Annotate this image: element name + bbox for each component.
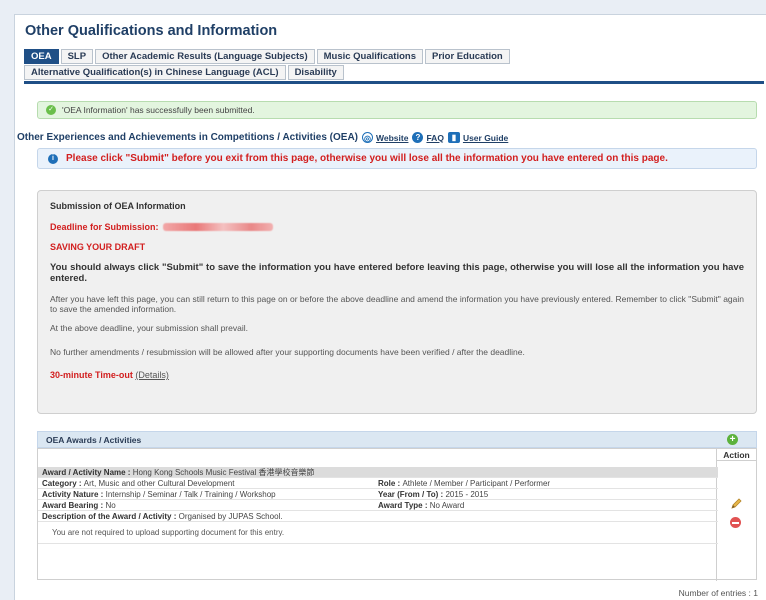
action-column-header: Action <box>716 449 756 461</box>
success-message: 'OEA Information' has successfully been … <box>62 105 255 115</box>
description-value: Organised by JUPAS School. <box>178 512 283 521</box>
oea-section-header: Other Experiences and Achievements in Co… <box>17 132 508 143</box>
faq-link[interactable]: FAQ <box>426 133 443 143</box>
entry-nature-row: Activity Nature : Internship / Seminar /… <box>38 489 718 500</box>
book-icon[interactable]: ▮ <box>447 132 460 143</box>
user-guide-link[interactable]: User Guide <box>463 133 508 143</box>
tab-music-qualifications[interactable]: Music Qualifications <box>316 49 423 64</box>
deadline-label: Deadline for Submission: <box>50 222 159 232</box>
entry-category-row: Category : Art, Music and other Cultural… <box>38 478 718 489</box>
save-warning-text: You should always click "Submit" to save… <box>50 262 744 284</box>
tab-oea[interactable]: OEA <box>24 49 59 64</box>
amend-info-text: After you have left this page, you can s… <box>50 294 744 314</box>
tab-prior-education[interactable]: Prior Education <box>425 49 510 64</box>
entry-count: Number of entries : 1 <box>678 588 758 598</box>
entry-name-row: Award / Activity Name : Hong Kong School… <box>38 467 718 478</box>
tab-alternative-qualifications[interactable]: Alternative Qualification(s) in Chinese … <box>24 65 286 80</box>
globe-icon[interactable]: ◎ <box>362 132 374 143</box>
tab-underline <box>24 81 764 84</box>
upload-note: You are not required to upload supportin… <box>38 522 718 544</box>
bearing-value: No <box>105 501 116 510</box>
no-amend-text: No further amendments / resubmission wil… <box>50 347 525 357</box>
oea-heading: Other Experiences and Achievements in Co… <box>17 132 359 143</box>
panel-title: Submission of OEA Information <box>50 201 186 211</box>
role-value: Athlete / Member / Participant / Perform… <box>402 479 551 488</box>
details-link[interactable]: (Details) <box>135 370 169 380</box>
deadline-row: Deadline for Submission: <box>50 222 273 232</box>
entry-bearing-row: Award Bearing : No Award Type : No Award <box>38 500 718 511</box>
submit-notice: i Please click "Submit" before you exit … <box>37 148 757 169</box>
awards-table: Action Award / Activity Name : Hong Kong… <box>37 448 757 581</box>
add-icon[interactable]: + <box>727 434 738 445</box>
check-circle-icon: ✓ <box>46 105 56 115</box>
pencil-icon[interactable] <box>730 497 743 510</box>
category-value: Art, Music and other Cultural Developmen… <box>83 479 235 488</box>
tab-other-academic-results[interactable]: Other Academic Results (Language Subject… <box>95 49 315 64</box>
draft-heading: SAVING YOUR DRAFT <box>50 242 146 252</box>
award-name-value: Hong Kong Schools Music Festival 香港學校音樂節 <box>132 468 315 477</box>
tab-disability[interactable]: Disability <box>287 65 344 80</box>
success-alert: ✓ 'OEA Information' has successfully bee… <box>37 101 757 119</box>
delete-icon[interactable] <box>730 517 741 528</box>
submission-panel: Submission of OEA Information Deadline f… <box>37 190 757 414</box>
action-column <box>716 461 756 581</box>
tab-slp[interactable]: SLP <box>60 49 94 64</box>
notice-text: Please click "Submit" before you exit fr… <box>66 153 668 164</box>
award-type-value: No Award <box>429 501 465 510</box>
deadline-value-redacted <box>162 223 273 231</box>
prevail-text: At the above deadline, your submission s… <box>50 323 248 333</box>
website-link[interactable]: Website <box>376 133 408 143</box>
tab-bar: OEA SLP Other Academic Results (Language… <box>24 49 764 81</box>
nature-value: Internship / Seminar / Talk / Training /… <box>105 490 276 499</box>
year-value: 2015 - 2015 <box>445 490 489 499</box>
award-entry: Award / Activity Name : Hong Kong School… <box>38 467 718 544</box>
page-title: Other Qualifications and Information <box>25 23 278 39</box>
entry-description-row: Description of the Award / Activity : Or… <box>38 511 718 522</box>
timeout-row: 30-minute Time-out (Details) <box>50 370 169 380</box>
help-icon[interactable]: ? <box>412 132 424 143</box>
awards-title: OEA Awards / Activities <box>46 434 142 445</box>
awards-section-bar: OEA Awards / Activities + <box>37 431 757 448</box>
timeout-label: 30-minute Time-out <box>50 370 133 380</box>
main-frame: Other Qualifications and Information OEA… <box>14 14 766 600</box>
info-icon: i <box>48 153 58 164</box>
